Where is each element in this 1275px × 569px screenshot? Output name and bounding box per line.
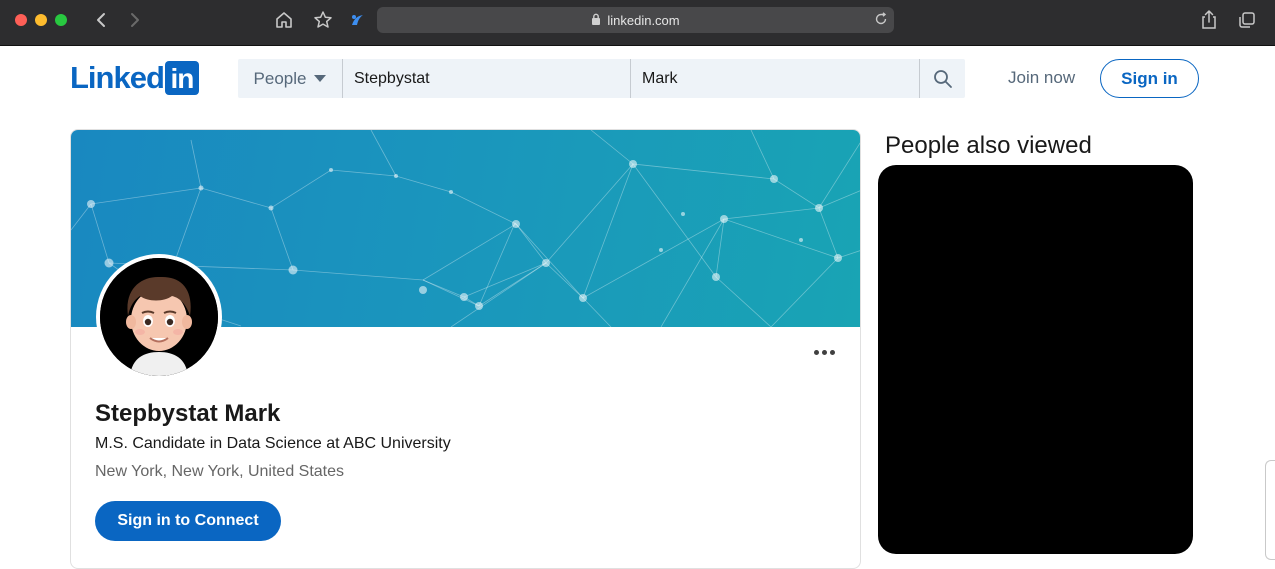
profile-card: Stepbystat Mark M.S. Candidate in Data S…	[70, 129, 861, 569]
linkedin-logo[interactable]: Linked in	[70, 61, 199, 95]
more-options-button[interactable]	[811, 341, 837, 363]
caret-down-icon	[314, 75, 327, 82]
search-icon	[933, 69, 952, 88]
url-text: linkedin.com	[607, 12, 680, 28]
scrollbar[interactable]	[1265, 460, 1275, 560]
search-button[interactable]	[920, 59, 965, 98]
profile-location: New York, New York, United States	[95, 463, 345, 480]
browser-toolbar: linkedin.com	[0, 0, 1275, 46]
bookmark-star-icon[interactable]	[312, 9, 334, 31]
reload-icon[interactable]	[874, 12, 888, 29]
logo-in-box: in	[164, 61, 199, 95]
sign-in-button[interactable]: Sign in	[1100, 59, 1199, 98]
dot-icon	[821, 349, 827, 355]
lock-icon	[591, 13, 601, 28]
logo-wordmark: Linked	[70, 60, 165, 95]
tabs-overview-icon[interactable]	[1236, 9, 1258, 31]
last-name-input[interactable]: Mark	[631, 59, 920, 98]
minimize-window-button[interactable]	[35, 14, 47, 26]
sign-in-to-connect-button[interactable]: Sign in to Connect	[95, 501, 281, 541]
profile-headline: M.S. Candidate in Data Science at ABC Un…	[95, 435, 451, 452]
avatar-image	[100, 258, 218, 376]
dot-icon	[829, 349, 835, 355]
avatar[interactable]	[96, 254, 222, 380]
join-now-link[interactable]: Join now	[1000, 66, 1083, 90]
home-icon[interactable]	[273, 9, 295, 31]
people-also-viewed-title: People also viewed	[885, 132, 1092, 159]
address-bar[interactable]: linkedin.com	[377, 7, 894, 33]
extension-icon[interactable]	[346, 9, 368, 31]
back-icon[interactable]	[90, 9, 112, 31]
close-window-button[interactable]	[15, 14, 27, 26]
search-type-dropdown[interactable]: People	[238, 59, 343, 98]
dot-icon	[813, 349, 819, 355]
profile-name: Stepbystat Mark	[95, 400, 281, 427]
people-search-bar: People Stepbystat Mark	[238, 59, 965, 98]
share-icon[interactable]	[1198, 9, 1220, 31]
search-type-label: People	[253, 68, 307, 88]
people-also-viewed-panel	[878, 165, 1193, 554]
first-name-input[interactable]: Stepbystat	[343, 59, 631, 98]
forward-icon[interactable]	[124, 9, 146, 31]
zoom-window-button[interactable]	[55, 14, 67, 26]
